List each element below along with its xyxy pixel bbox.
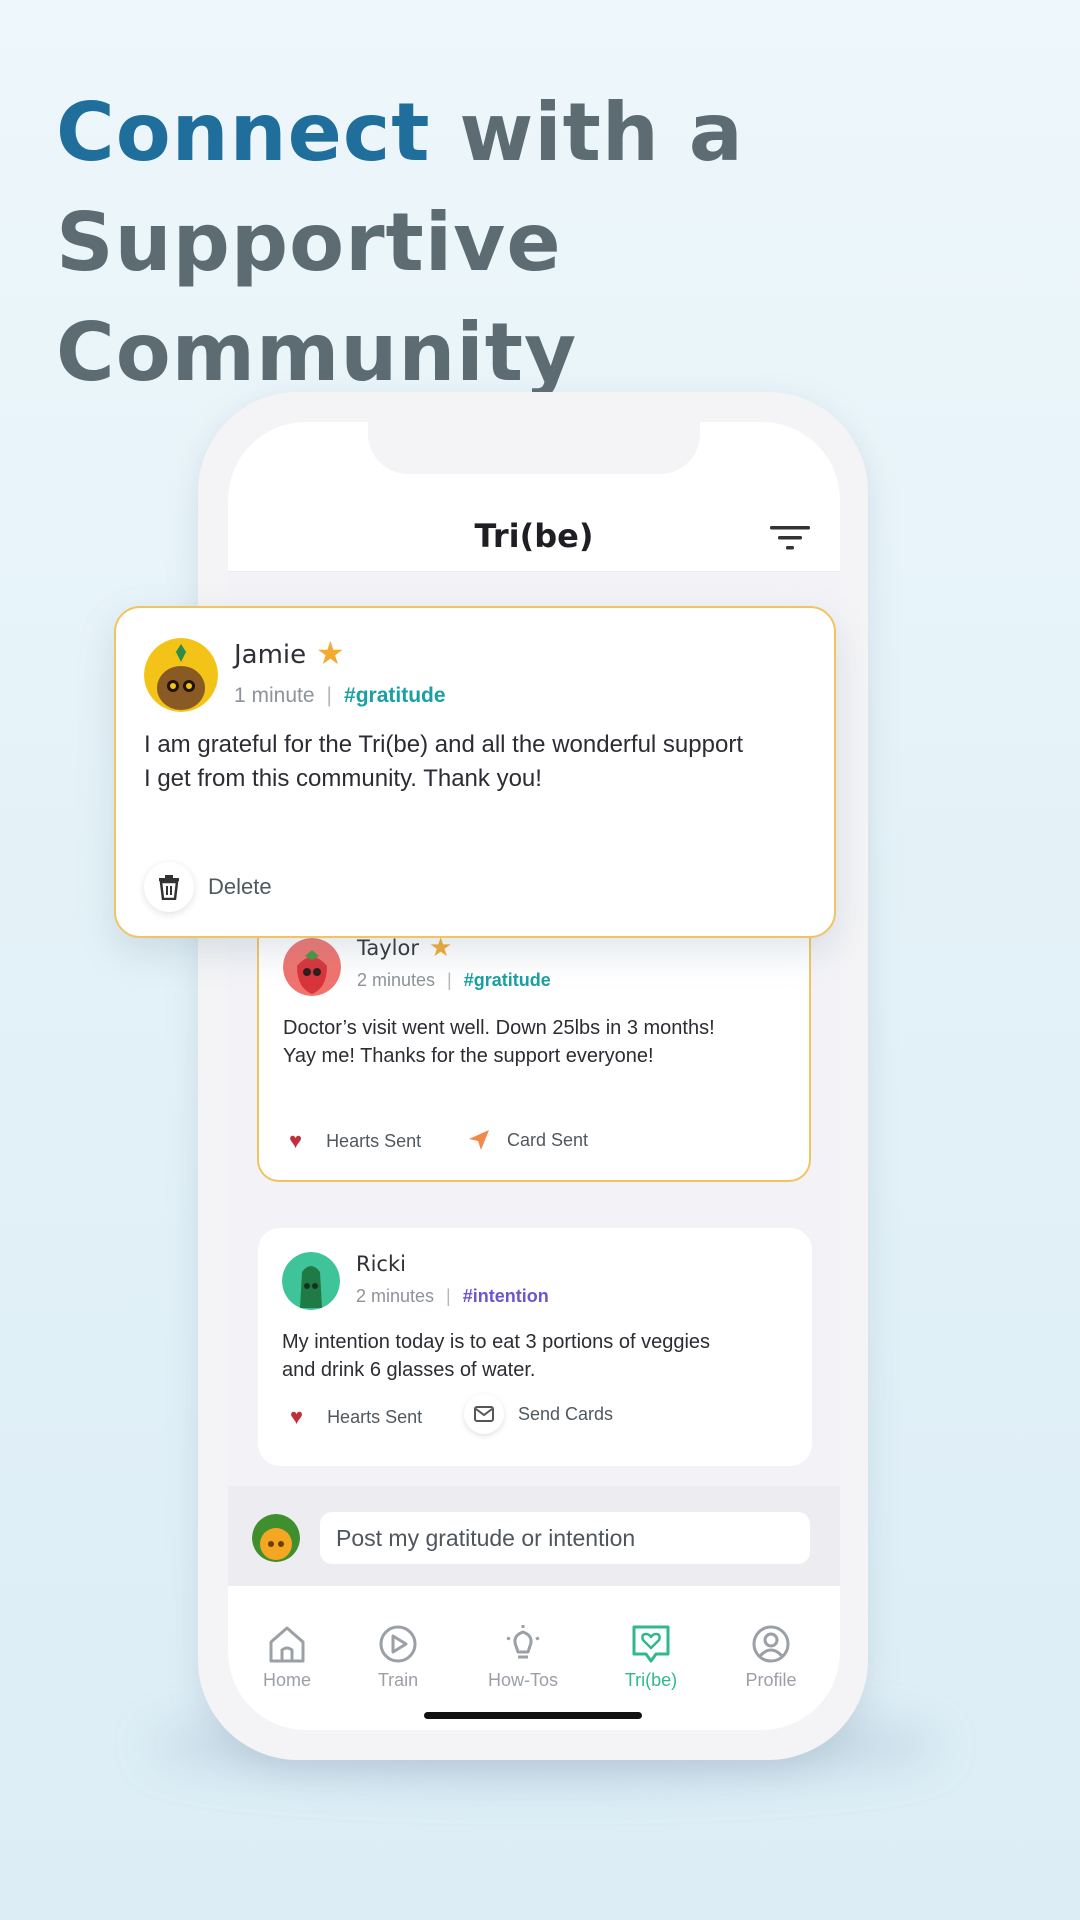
tab-how-tos[interactable]: How-Tos (468, 1624, 578, 1691)
post-text: My intention today is to eat 3 portions … (282, 1331, 711, 1381)
headline-accent: Connect (56, 86, 431, 179)
home-icon (269, 1626, 305, 1663)
card-sent-label: Card Sent (507, 1129, 589, 1150)
bottom-tab-bar: Home Train How-Tos Tri(be) Profile (228, 1586, 840, 1730)
post-author-name[interactable]: Jamie (234, 640, 306, 670)
user-icon (752, 1625, 790, 1663)
post-card-jamie: Jamie ★ 1 minute | #gratitude I am gratefu… (114, 606, 836, 938)
heart-message-icon (632, 1625, 670, 1663)
phone-notch (368, 422, 700, 474)
lightbulb-icon (506, 1625, 540, 1659)
post-input[interactable]: Post my gratitude or intention (320, 1512, 810, 1564)
cucumber-avatar (282, 1252, 340, 1310)
heart-icon: ♥ (290, 1404, 304, 1429)
pineapple-avatar (144, 638, 218, 712)
tab-label: How-Tos (487, 1670, 558, 1690)
tab-label: Train (377, 1670, 419, 1690)
post-time: 2 minutes (357, 970, 436, 990)
star-icon: ★ (316, 635, 345, 671)
post-time: 1 minute (234, 684, 315, 707)
post-meta: 1 minute | #gratitude (234, 684, 446, 707)
tab-train[interactable]: Train (343, 1624, 453, 1691)
post-tag[interactable]: #gratitude (464, 970, 551, 990)
hearts-sent-label: Hearts Sent (326, 1130, 422, 1151)
post-author-name[interactable]: Ricki (356, 1252, 406, 1276)
post-tag[interactable]: #gratitude (344, 684, 446, 707)
tab-label: Home (262, 1670, 311, 1690)
hearts-sent-button[interactable]: ♥ Hearts Sent (290, 1404, 422, 1430)
orange-avatar[interactable] (252, 1514, 300, 1562)
strawberry-avatar (283, 938, 341, 996)
tab-home[interactable]: Home (232, 1624, 342, 1691)
post-meta: 2 minutes | #intention (356, 1286, 549, 1306)
tab-label: Profile (745, 1670, 797, 1690)
send-cards-label: Send Cards (518, 1403, 614, 1424)
heart-icon: ♥ (289, 1128, 303, 1153)
post-card-ricki: Ricki 2 minutes | #intention My intention … (258, 1228, 812, 1466)
play-icon (379, 1625, 417, 1663)
send-cards-button[interactable]: Send Cards (464, 1394, 613, 1434)
paper-plane-icon (469, 1130, 489, 1150)
delete-label[interactable]: Delete (208, 874, 272, 900)
post-card-taylor: Taylor ★ 2 minutes | #gratitude Doctor’s v… (257, 922, 811, 1182)
envelope-icon (464, 1394, 504, 1434)
filter-icon[interactable] (768, 522, 812, 554)
post-text: I am grateful for the Tri(be) and all th… (144, 731, 743, 792)
tab-profile[interactable]: Profile (716, 1624, 826, 1691)
hearts-sent-label: Hearts Sent (327, 1406, 423, 1427)
tab-label: Tri(be) (624, 1670, 678, 1690)
post-time: 2 minutes (356, 1286, 435, 1306)
headline-line2: Supportive Community (56, 196, 578, 399)
headline: Connect with a Supportive Community (56, 78, 1036, 408)
post-author-name[interactable]: Taylor (357, 936, 419, 960)
tab-tribe[interactable]: Tri(be) (596, 1624, 706, 1691)
post-meta: 2 minutes | #gratitude (357, 970, 551, 990)
home-indicator (424, 1712, 642, 1719)
post-tag[interactable]: #intention (463, 1286, 549, 1306)
composer-bar: Post my gratitude or intention (228, 1486, 840, 1586)
headline-line1-rest: with a (430, 86, 744, 179)
top-bar: Tri(be) (228, 422, 840, 572)
post-text: Doctor’s visit went well. Down 25lbs in … (283, 1017, 715, 1067)
page-title: Tri(be) (474, 517, 594, 555)
delete-button[interactable] (144, 862, 194, 912)
trash-icon (159, 875, 179, 900)
hearts-sent-button[interactable]: ♥ Hearts Sent (289, 1128, 421, 1154)
card-sent-button[interactable]: Card Sent (467, 1128, 588, 1152)
